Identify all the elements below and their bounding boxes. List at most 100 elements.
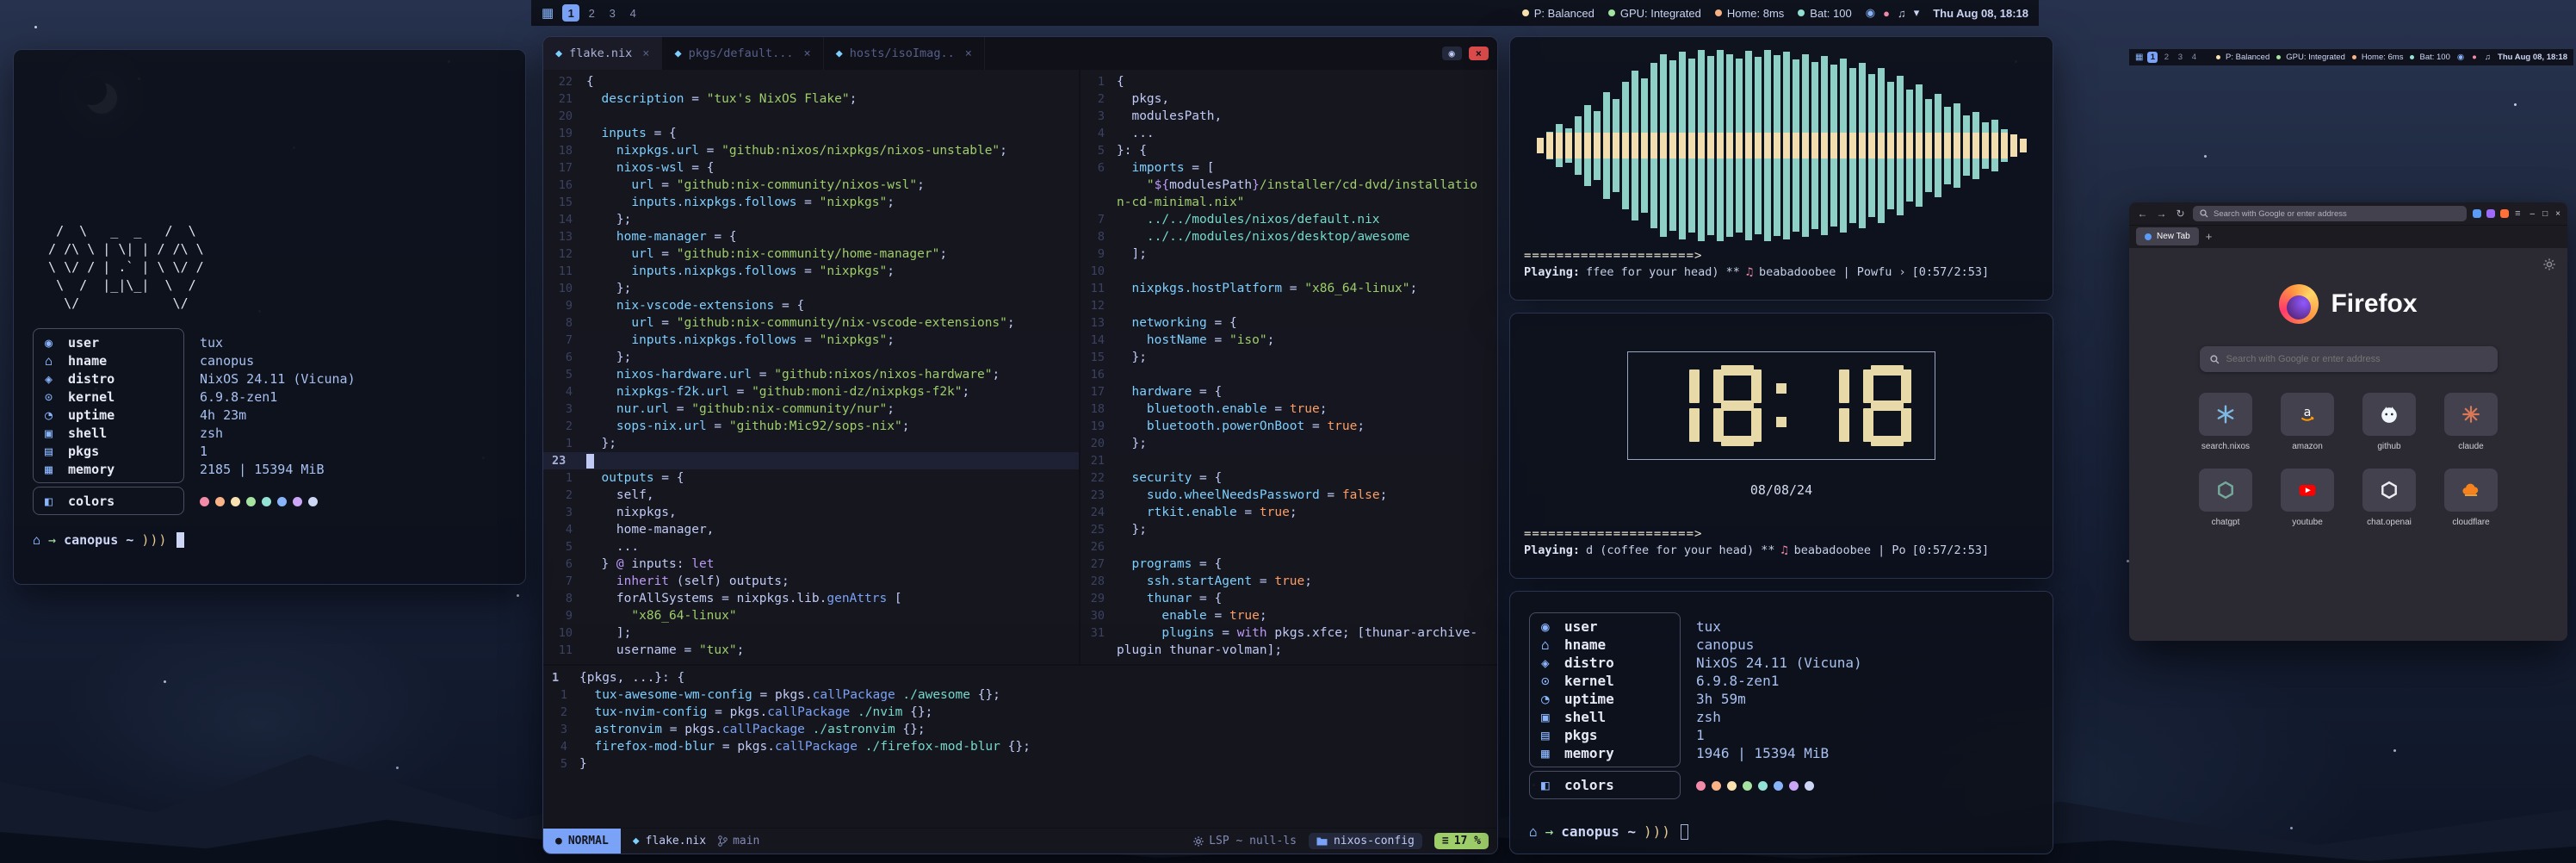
code-line: 2 self, <box>543 487 1079 504</box>
launcher-icon[interactable]: ▦ <box>542 5 554 21</box>
fetch-label: hname <box>68 353 184 369</box>
code-line: 22 security = { <box>1081 469 1497 487</box>
workspace-3[interactable]: 3 <box>2175 52 2185 63</box>
buffer-toggle-button[interactable]: ◉ <box>1442 47 1462 60</box>
terminal-window-left[interactable]: / \ _ _ / \ / /\ \ | \| | / /\ \ \ \/ / … <box>13 49 526 585</box>
line-number: 2 <box>543 704 579 721</box>
tab-close-icon[interactable]: × <box>804 47 811 60</box>
clock[interactable]: Thu Aug 08, 18:18 <box>2498 53 2567 62</box>
terminal-window-right[interactable]: ◉usertux⌂hnamecanopus◈distroNixOS 24.11 … <box>1509 591 2053 854</box>
shortcut-search-nixos[interactable]: search.nixos <box>2199 393 2252 451</box>
tab-flake-nix[interactable]: ◆flake.nix× <box>543 37 662 70</box>
record-icon[interactable]: ● <box>1883 7 1890 20</box>
code-text: { <box>586 73 594 90</box>
clock-colon <box>1775 365 1787 446</box>
code-line: 8 ../../modules/nixos/desktop/awesome <box>1081 228 1497 245</box>
shortcut-label: amazon <box>2292 442 2323 451</box>
shortcut-amazon[interactable]: a amazon <box>2281 393 2334 451</box>
workspace-1[interactable]: 1 <box>562 4 579 22</box>
shell-prompt[interactable]: ⌂ → canopus ~ ))) <box>33 532 525 548</box>
code-text: ]; <box>1117 245 1147 263</box>
fetch-row: ⌂hnamecanopus <box>1529 636 2053 654</box>
shortcut-tile[interactable] <box>2199 469 2252 512</box>
music-icon[interactable]: ♫ <box>2485 53 2491 62</box>
firefox-window[interactable]: ← → ↻ Search with Google or enter addres… <box>2129 202 2567 641</box>
line-number: 9 <box>1081 245 1117 263</box>
cava-window[interactable]: =====================> Playing: ffee for… <box>1509 36 2053 301</box>
extension-icon-orange[interactable] <box>2500 209 2509 218</box>
newtab-search-input[interactable] <box>2226 354 2487 364</box>
buffer-iso-image[interactable]: 1{2 pkgs,3 modulesPath,4 ...5}: {6 impor… <box>1081 70 1497 664</box>
line-number: 1 <box>543 469 586 487</box>
shortcut-tile[interactable] <box>2444 393 2498 436</box>
shortcut-tile[interactable]: a <box>2281 393 2334 436</box>
shortcut-chat-openai[interactable]: chat.openai <box>2362 469 2416 527</box>
shortcut-tile[interactable] <box>2362 469 2416 512</box>
close-button[interactable]: × <box>2555 209 2561 219</box>
workspace-2[interactable]: 2 <box>2161 52 2171 63</box>
clock-window[interactable]: 08/08/24 =====================> Playing:… <box>1509 313 2053 579</box>
refresh-button[interactable]: ↻ <box>2174 208 2187 220</box>
shortcut-tile[interactable] <box>2444 469 2498 512</box>
editor-window[interactable]: ◆flake.nix×◆pkgs/default...×◆hosts/isoIm… <box>542 36 1498 854</box>
address-bar[interactable]: Search with Google or enter address <box>2193 206 2467 221</box>
code-line: 14 }; <box>543 211 1079 228</box>
new-tab-button[interactable]: + <box>2206 230 2213 243</box>
line-number: 5 <box>1081 142 1117 159</box>
forward-button[interactable]: → <box>2155 208 2168 220</box>
line-number: 6 <box>1081 159 1117 177</box>
tab-close-icon[interactable]: × <box>965 47 972 60</box>
workspace-4[interactable]: 4 <box>624 4 641 22</box>
clock[interactable]: Thu Aug 08, 18:18 <box>1933 7 2028 20</box>
shortcut-github[interactable]: github <box>2362 393 2416 451</box>
shortcut-tile[interactable] <box>2281 469 2334 512</box>
personalize-gear-icon[interactable] <box>2543 258 2555 275</box>
workspace-2[interactable]: 2 <box>583 4 600 22</box>
tab-label: hosts/isoImag.. <box>850 47 955 60</box>
chevron-down-icon[interactable]: ▾ <box>1914 6 1920 20</box>
shortcut-cloudflare[interactable]: cloudflare <box>2444 469 2498 527</box>
fetch-value: tux <box>184 335 223 351</box>
shortcut-youtube[interactable]: youtube <box>2281 469 2334 527</box>
code-line: 8 url = "github:nix-community/nix-vscode… <box>543 314 1079 332</box>
shortcut-tile[interactable] <box>2362 393 2416 436</box>
window-close-button[interactable]: × <box>1469 47 1489 60</box>
extension-icon-blue[interactable] <box>2473 209 2481 218</box>
tab-new-tab[interactable]: New Tab <box>2136 227 2199 245</box>
fetch-value: NixOS 24.11 (Vicuna) <box>184 371 356 387</box>
workspace-4[interactable]: 4 <box>2189 52 2199 63</box>
record-icon[interactable]: ● <box>2472 53 2477 62</box>
line-number <box>1081 642 1117 659</box>
maximize-button[interactable]: □ <box>2542 209 2548 219</box>
fetch-label: shell <box>1564 709 1681 725</box>
shortcut-chatgpt[interactable]: chatgpt <box>2199 469 2252 527</box>
code-text: enable = true; <box>1117 607 1267 624</box>
launcher-icon[interactable]: ▦ <box>2135 53 2143 62</box>
extension-icon-purple[interactable] <box>2486 209 2495 218</box>
bluetooth-icon[interactable]: ◉ <box>1866 6 1875 20</box>
bluetooth-icon[interactable]: ◉ <box>2457 53 2464 62</box>
newtab-search-bar[interactable] <box>2200 346 2498 372</box>
buffer-flake-nix[interactable]: 22{21 description = "tux's NixOS Flake";… <box>543 70 1079 664</box>
minimize-button[interactable]: – <box>2530 209 2536 219</box>
tab-close-icon[interactable]: × <box>642 47 649 60</box>
shortcut-claude[interactable]: claude <box>2444 393 2498 451</box>
workspace-3[interactable]: 3 <box>604 4 621 22</box>
fetch-value: zsh <box>184 425 223 441</box>
buffer-pkgs-default[interactable]: 1{pkgs, ...}: {1 tux-awesome-wm-config =… <box>543 666 1497 828</box>
shortcut-tile[interactable] <box>2199 393 2252 436</box>
search-icon <box>2210 355 2220 364</box>
code-text: } <box>579 755 587 773</box>
tab-hosts-isoimag-[interactable]: ◆hosts/isoImag..× <box>824 37 985 70</box>
shortcut-label: youtube <box>2292 518 2323 527</box>
menu-button[interactable]: ≡ <box>2515 208 2520 219</box>
code-line: 3 nixpkgs, <box>543 504 1079 521</box>
back-button[interactable]: ← <box>2136 208 2149 220</box>
project-indicator: nixos-config <box>1309 833 1422 849</box>
line-number <box>1081 194 1117 211</box>
workspace-1[interactable]: 1 <box>2147 52 2158 63</box>
tab-pkgs-default-[interactable]: ◆pkgs/default...× <box>662 37 823 70</box>
music-icon[interactable]: ♫ <box>1898 7 1906 20</box>
shell-prompt[interactable]: ⌂ → canopus ~ ))) <box>1529 823 2053 840</box>
digital-clock <box>1627 351 1935 460</box>
